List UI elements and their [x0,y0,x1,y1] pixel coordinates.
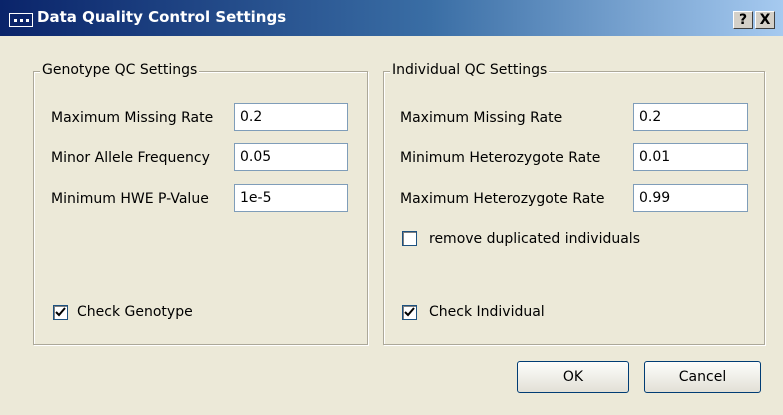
close-button[interactable]: X [755,11,775,29]
check-genotype-checkbox[interactable] [53,305,68,320]
check-genotype-label: Check Genotype [77,304,193,320]
checkmark-icon [55,307,66,317]
help-button[interactable]: ? [733,11,753,29]
remove-duplicated-label: remove duplicated individuals [429,231,640,247]
title-bar[interactable]: Data Quality Control Settings ? X [0,0,783,36]
check-individual-label: Check Individual [429,304,545,320]
cancel-button[interactable]: Cancel [644,361,761,393]
individual-qc-legend: Individual QC Settings [390,62,550,78]
individual-max-missing-label: Maximum Missing Rate [400,110,563,126]
checkmark-icon [404,307,415,317]
genotype-max-missing-input[interactable] [234,103,348,131]
min-hwe-pvalue-label: Minimum HWE P-Value [51,191,209,207]
genotype-qc-legend: Genotype QC Settings [40,62,200,78]
check-individual-checkbox[interactable] [402,305,417,320]
app-icon [9,13,33,27]
remove-duplicated-checkbox[interactable] [402,231,417,246]
max-heterozygote-rate-label: Maximum Heterozygote Rate [400,191,605,207]
max-heterozygote-rate-input[interactable] [633,184,748,212]
min-heterozygote-rate-input[interactable] [633,143,748,171]
min-heterozygote-rate-label: Minimum Heterozygote Rate [400,150,601,166]
minor-allele-frequency-label: Minor Allele Frequency [51,150,210,166]
individual-max-missing-input[interactable] [633,103,748,131]
min-hwe-pvalue-input[interactable] [234,184,348,212]
genotype-max-missing-label: Maximum Missing Rate [51,110,214,126]
ok-button[interactable]: OK [517,361,629,393]
minor-allele-frequency-input[interactable] [234,143,348,171]
window-title: Data Quality Control Settings [37,8,287,26]
